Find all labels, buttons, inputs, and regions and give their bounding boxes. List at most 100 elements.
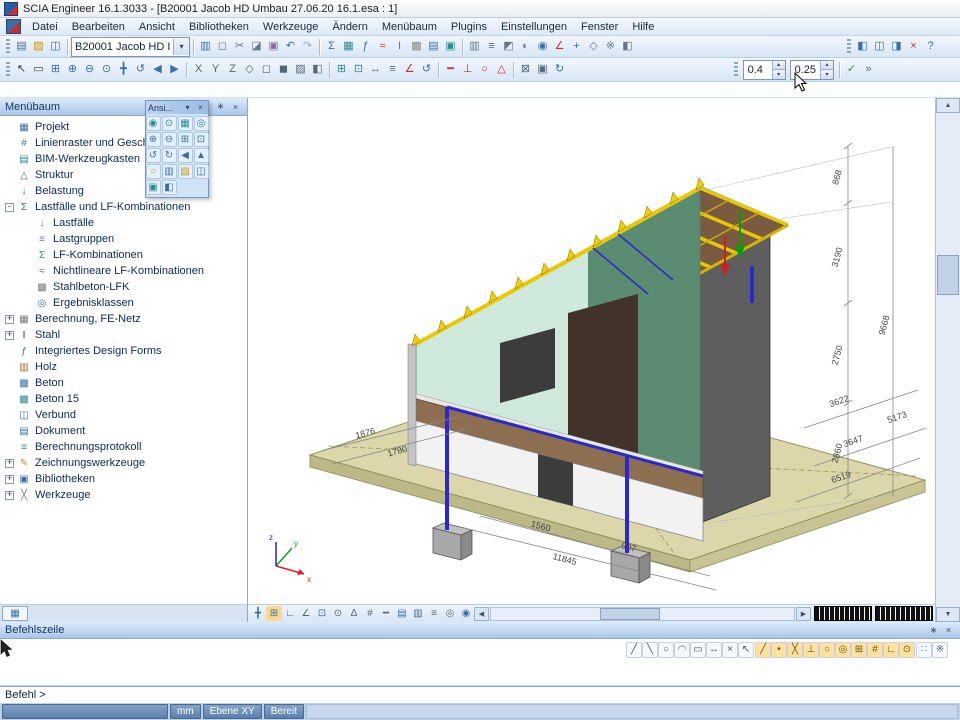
menu-item[interactable]: Datei (25, 19, 65, 35)
delete-element-icon[interactable]: × (722, 642, 738, 658)
zoom-window-icon[interactable]: ⊞ (178, 132, 193, 147)
menu-item[interactable]: Menübaum (375, 19, 444, 35)
print-preview-icon[interactable]: ◻ (214, 38, 231, 55)
internal-forces-v-icon[interactable]: ⊥ (459, 61, 476, 78)
selection-cycle-icon[interactable]: ◎ (442, 606, 458, 621)
next-view-icon[interactable]: ▶ (166, 61, 183, 78)
command-area[interactable]: ╱╲○◠▭↔×↖ ╱•╳⊥○◎⊞#∟⊙ ∷※ (0, 639, 960, 686)
tree-item[interactable]: Projekt (0, 119, 247, 135)
tree-item[interactable]: Struktur (0, 167, 247, 183)
perspective-icon[interactable]: ◇ (585, 38, 602, 55)
menu-item[interactable]: Bibliotheken (182, 19, 256, 35)
open-view-icon[interactable]: ▨ (178, 164, 193, 179)
menu-item[interactable]: Hilfe (625, 19, 661, 35)
menu-item[interactable]: Werkzeuge (256, 19, 325, 35)
snap-intersection-icon[interactable]: ╳ (787, 642, 803, 658)
zoom-out-icon[interactable]: ⊖ (162, 132, 177, 147)
snap-center-icon[interactable]: ◎ (835, 642, 851, 658)
calculation-icon[interactable]: Σ (323, 38, 340, 55)
menu-item[interactable]: Ansicht (132, 19, 182, 35)
vertical-scroll-track[interactable] (936, 113, 960, 607)
tree-item[interactable]: Integriertes Design Forms (0, 343, 247, 359)
solver-setup-icon[interactable]: ƒ (357, 38, 374, 55)
open-project-icon[interactable]: ▨ (30, 38, 47, 55)
results-icon[interactable]: ≈ (374, 38, 391, 55)
screenshot-icon[interactable]: ◧ (619, 38, 636, 55)
document-icon[interactable]: ▤ (425, 38, 442, 55)
tree-item[interactable]: Zeichnungswerkzeuge (0, 455, 247, 471)
toolbar-grip[interactable] (847, 39, 851, 55)
zoom-out-icon[interactable]: ⊖ (81, 61, 98, 78)
view-float-toolbar[interactable]: Ansi... ▾ × ◉⊙▦◎⊕⊖⊞⊡↺↻◀▲○▥▨◫▣◧ (145, 100, 209, 198)
tree-expander-icon[interactable] (5, 315, 14, 324)
tree-expander-icon[interactable] (5, 491, 14, 500)
light-toggle-icon[interactable]: ○ (146, 164, 161, 179)
quick-props-icon[interactable]: ≡ (426, 606, 442, 621)
snap-tangent-icon[interactable]: ○ (819, 642, 835, 658)
close-icon[interactable]: × (229, 100, 242, 113)
menu-item[interactable]: Einstellungen (494, 19, 574, 35)
tree-item[interactable]: Belastung (0, 183, 247, 199)
tree-item[interactable]: Berechnung, FE-Netz (0, 311, 247, 327)
member-labels-icon[interactable]: ≡ (384, 61, 401, 78)
tree-item[interactable]: LF-Kombinationen (0, 247, 247, 263)
draw-rectangle-icon[interactable]: ▭ (690, 642, 706, 658)
new-project-icon[interactable]: ▤ (13, 38, 30, 55)
tree-expander-icon[interactable] (5, 459, 14, 468)
table-results-icon[interactable]: ≡ (483, 38, 500, 55)
undo-icon[interactable]: ↶ (282, 38, 299, 55)
vertical-scrollbar[interactable]: ▲ ▼ (935, 98, 960, 622)
view-x-icon[interactable]: X (190, 61, 207, 78)
view-left-icon[interactable]: ◀ (178, 148, 193, 163)
copy-icon[interactable]: ◪ (248, 38, 265, 55)
viewport-canvas[interactable]: 868 3190 2750 2860 9668 1560 907 11845 1… (248, 98, 935, 604)
more-options-icon[interactable]: » (860, 61, 877, 78)
view-scale-field[interactable]: 0.4 ▴ ▾ (743, 60, 786, 80)
refresh-icon[interactable]: ↻ (551, 61, 568, 78)
view-float-header[interactable]: Ansi... ▾ × (146, 101, 208, 114)
scroll-right-icon[interactable]: ▶ (796, 607, 811, 621)
draw-circle-icon[interactable]: ○ (658, 642, 674, 658)
gallery-view-icon[interactable]: ▣ (146, 180, 161, 195)
snap-ortho-icon[interactable]: ∟ (883, 642, 899, 658)
view-y-icon[interactable]: Y (207, 61, 224, 78)
coord-info-icon[interactable]: ╋ (250, 606, 266, 621)
view-center-icon[interactable]: ⊙ (162, 116, 177, 131)
escape-command-icon[interactable]: ↖ (738, 642, 754, 658)
previous-view-icon[interactable]: ◀ (149, 61, 166, 78)
annotation-scale-icon[interactable]: ◉ (458, 606, 474, 621)
local-axes-icon[interactable]: ∠ (401, 61, 418, 78)
snap-point-icon[interactable]: ⊙ (899, 642, 915, 658)
tree-expander-icon[interactable] (5, 331, 14, 340)
spin-up-icon[interactable]: ▴ (821, 61, 833, 70)
otrack-icon[interactable]: ⊙ (330, 606, 346, 621)
section-cut-icon[interactable]: ⊠ (517, 61, 534, 78)
paperspace-icon[interactable]: ▥ (466, 38, 483, 55)
view-settings-icon[interactable]: ※ (602, 38, 619, 55)
close-icon[interactable]: × (195, 102, 206, 113)
snap-perpendicular-icon[interactable]: ⊥ (803, 642, 819, 658)
tree-item[interactable]: Linienraster und Geschosse (0, 135, 247, 151)
tile-windows-icon[interactable]: ◫ (871, 38, 888, 55)
layout-tab-icon[interactable]: ▥ (410, 606, 426, 621)
menu-tree-header[interactable]: Menübaum ∗ × (0, 98, 247, 116)
tree-item[interactable]: Stahl (0, 327, 247, 343)
snap-endpoint-icon[interactable]: ╱ (755, 642, 771, 658)
pin-icon[interactable]: ∗ (214, 100, 227, 113)
select-window-icon[interactable]: ▭ (30, 61, 47, 78)
tree-item[interactable]: Berechnungsprotokoll (0, 439, 247, 455)
coordinates-icon[interactable]: + (568, 38, 585, 55)
fe-mesh-icon[interactable]: ▦ (340, 38, 357, 55)
regenerate-icon[interactable]: ↺ (418, 61, 435, 78)
axonometric-view-icon[interactable]: ◇ (241, 61, 258, 78)
toolbar-grip[interactable] (6, 39, 10, 55)
internal-forces-n-icon[interactable]: ━ (442, 61, 459, 78)
scroll-left-icon[interactable]: ◀ (474, 607, 489, 621)
zoom-in-icon[interactable]: ⊕ (146, 132, 161, 147)
tree-item[interactable]: Lastgruppen (0, 231, 247, 247)
grid-toggle-icon[interactable]: ⊞ (333, 61, 350, 78)
snap-settings-icon[interactable]: ※ (932, 642, 948, 658)
command-input[interactable]: Befehl > (0, 686, 960, 703)
clip-view-icon[interactable]: ◧ (162, 180, 177, 195)
dimension-lines-icon[interactable]: ↔ (367, 61, 384, 78)
